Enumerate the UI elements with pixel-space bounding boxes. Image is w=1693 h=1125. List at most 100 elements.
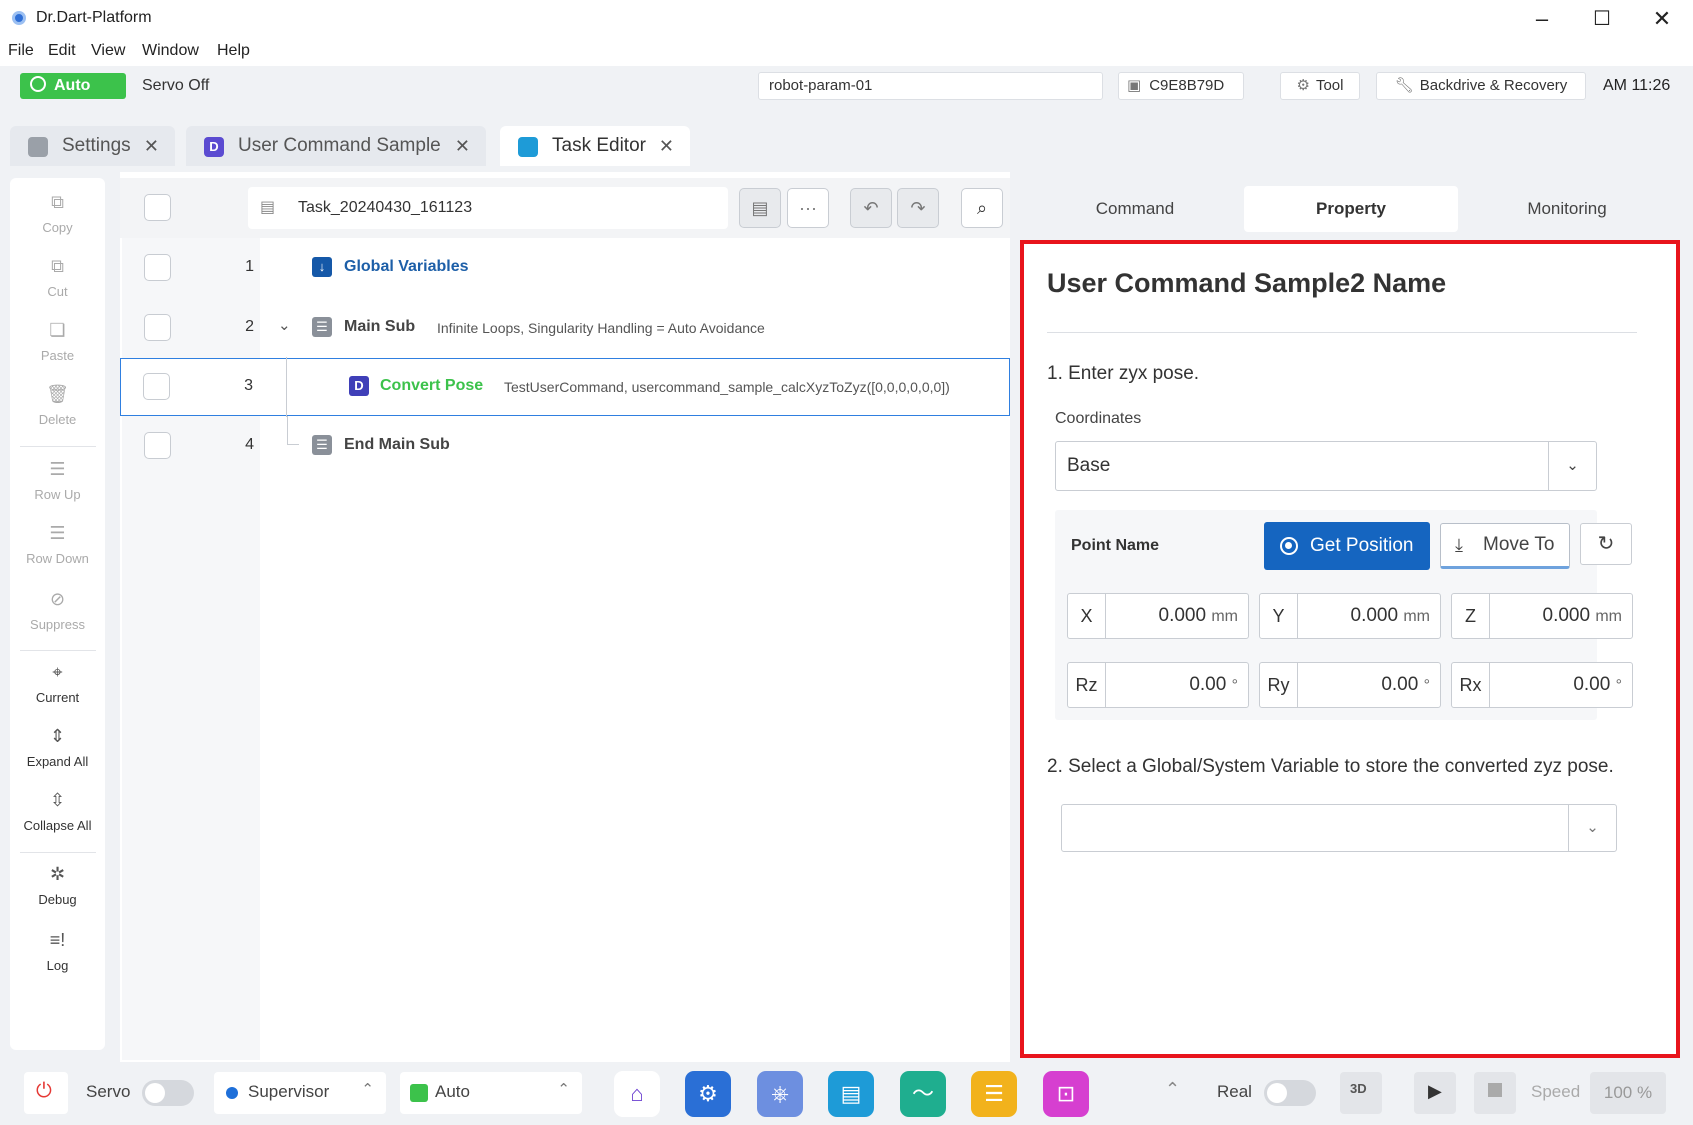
chevron-down-icon[interactable]: ⌄ [278, 316, 291, 334]
save-button[interactable]: ▤ [739, 188, 781, 228]
robot-arm-app-icon[interactable]: ⚙ [685, 1071, 731, 1117]
paste-button[interactable]: ❏ Paste [10, 320, 105, 363]
copy-button[interactable]: ⧉ Copy [10, 192, 105, 235]
close-icon[interactable]: ✕ [659, 126, 674, 166]
more-button[interactable]: ··· [787, 188, 829, 228]
notes-app-icon[interactable]: ☰ [971, 1071, 1017, 1117]
z-field[interactable]: Z 0.000 mm [1451, 593, 1633, 639]
command-row-selected[interactable]: 3 D Convert Pose TestUserCommand, userco… [120, 357, 1010, 417]
close-icon[interactable]: ✕ [144, 126, 159, 166]
variable-select[interactable] [1061, 804, 1617, 852]
maximize-button[interactable]: ☐ [1576, 4, 1628, 34]
current-button[interactable]: ⌖ Current [10, 662, 105, 705]
home-app-icon[interactable]: ⌂ [614, 1071, 660, 1117]
role-label: Supervisor [248, 1082, 330, 1101]
delete-button[interactable]: 🗑︎ Delete [10, 384, 105, 427]
backdrive-button[interactable]: 🔧︎ Backdrive & Recovery [1376, 72, 1586, 100]
command-row[interactable]: 2 ⌄ ☰ Main Sub Infinite Loops, Singulari… [120, 298, 1010, 356]
chevron-up-icon[interactable]: ⌃ [1165, 1079, 1180, 1100]
servo-toggle[interactable] [142, 1080, 194, 1106]
x-field[interactable]: X 0.000 mm [1067, 593, 1249, 639]
tool-button[interactable]: ⚙ Tool [1280, 72, 1360, 100]
tab-command[interactable]: Command [1028, 186, 1242, 232]
row-checkbox[interactable] [144, 314, 171, 341]
tab-user-command-sample[interactable]: D User Command Sample ✕ [186, 126, 486, 166]
y-value: 0.000 [1350, 605, 1399, 626]
close-icon[interactable]: ✕ [455, 126, 470, 166]
menu-help[interactable]: Help [217, 42, 250, 60]
log-button[interactable]: ≡! Log [10, 930, 105, 973]
row-checkbox[interactable] [144, 254, 171, 281]
row-checkbox[interactable] [143, 373, 170, 400]
current-label: Current [35, 690, 80, 705]
minimize-button[interactable]: – [1516, 4, 1568, 34]
collapse-icon: ⇳ [49, 790, 66, 810]
expand-all-button[interactable]: ⇕ Expand All [10, 726, 105, 769]
command-row[interactable]: 4 ☰ End Main Sub [120, 416, 1010, 474]
get-position-button[interactable]: Get Position [1264, 522, 1430, 570]
close-window-button[interactable]: ✕ [1636, 4, 1688, 34]
redo-button[interactable]: ↷ [897, 188, 939, 228]
toolbar-divider [20, 852, 96, 853]
menu-file[interactable]: File [8, 42, 34, 60]
view-3d-button[interactable]: 3D [1340, 1072, 1382, 1114]
suppress-button[interactable]: ⊘ Suppress [10, 589, 105, 632]
trash-icon: 🗑︎ [46, 384, 69, 404]
monitoring-app-icon[interactable]: 〜 [900, 1071, 946, 1117]
menu-edit[interactable]: Edit [48, 42, 76, 60]
robot-param-field[interactable]: robot-param-01 [758, 72, 1103, 100]
real-toggle[interactable] [1264, 1080, 1316, 1106]
suppress-label: Suppress [30, 617, 85, 632]
tab-settings[interactable]: Settings ✕ [10, 126, 175, 166]
search-button[interactable]: ⌕ [961, 188, 1003, 228]
toolbar-divider [20, 650, 96, 651]
menu-view[interactable]: View [91, 42, 125, 60]
store-app-icon[interactable]: ⊡ [1043, 1071, 1089, 1117]
ry-value: 0.00 [1381, 674, 1419, 695]
rz-field[interactable]: Rz 0.00 ° [1067, 662, 1249, 708]
move-to-button[interactable]: ⤓ Move To [1440, 523, 1570, 569]
rx-field[interactable]: Rx 0.00 ° [1451, 662, 1633, 708]
move-down-icon: ⤓ [1455, 535, 1463, 555]
undo-button[interactable]: ↶ [850, 188, 892, 228]
command-description: Infinite Loops, Singularity Handling = A… [437, 320, 765, 336]
role-select[interactable]: Supervisor ⌃ [214, 1072, 386, 1114]
remote-app-icon[interactable]: ⎈ [757, 1071, 803, 1117]
tab-property[interactable]: Property [1244, 186, 1458, 232]
menu-window[interactable]: Window [142, 42, 199, 60]
rz-label: Rz [1068, 663, 1106, 707]
tree-line [286, 357, 287, 417]
debug-button[interactable]: ✲ Debug [10, 864, 105, 907]
select-all-checkbox[interactable] [144, 194, 171, 221]
speed-value[interactable]: 100 % [1590, 1072, 1666, 1114]
serial-badge[interactable]: ▣ C9E8B79D [1118, 72, 1244, 100]
crosshair-icon: ⌖ [52, 662, 63, 682]
coordinates-select[interactable]: Base [1055, 441, 1597, 491]
command-row[interactable]: 1 ↓ Global Variables [120, 238, 1010, 296]
auto-mode-icon [410, 1084, 428, 1102]
row-checkbox[interactable] [144, 432, 171, 459]
power-button[interactable]: ⏻ [24, 1072, 68, 1114]
task-name-field[interactable]: ▤ Task_20240430_161123 [248, 187, 728, 229]
get-position-label: Get Position [1310, 535, 1414, 556]
refresh-button[interactable]: ↻ [1580, 523, 1632, 565]
stop-button[interactable] [1474, 1072, 1516, 1114]
rx-label: Rx [1452, 663, 1490, 707]
chevron-down-icon[interactable]: ⌄ [1548, 442, 1596, 490]
mode-select[interactable]: Auto ⌃ [400, 1072, 582, 1114]
collapse-all-button[interactable]: ⇳ Collapse All [10, 790, 105, 833]
play-button[interactable]: ▶ [1414, 1072, 1456, 1114]
mode-badge[interactable]: Auto [20, 73, 126, 99]
row-down-button[interactable]: ☰ Row Down [10, 523, 105, 566]
expand-all-label: Expand All [26, 754, 89, 769]
row-up-button[interactable]: ☰ Row Up [10, 459, 105, 502]
tab-monitoring[interactable]: Monitoring [1460, 186, 1674, 232]
task-editor-app-icon[interactable]: ▤ [828, 1071, 874, 1117]
step1-label: 1. Enter zyx pose. [1047, 363, 1200, 384]
y-field[interactable]: Y 0.000 mm [1259, 593, 1441, 639]
ry-field[interactable]: Ry 0.00 ° [1259, 662, 1441, 708]
tab-label: Settings [62, 135, 131, 156]
chevron-down-icon[interactable]: ⌄ [1568, 805, 1616, 851]
tab-task-editor[interactable]: Task Editor ✕ [500, 126, 690, 166]
cut-button[interactable]: ⧉ Cut [10, 256, 105, 299]
